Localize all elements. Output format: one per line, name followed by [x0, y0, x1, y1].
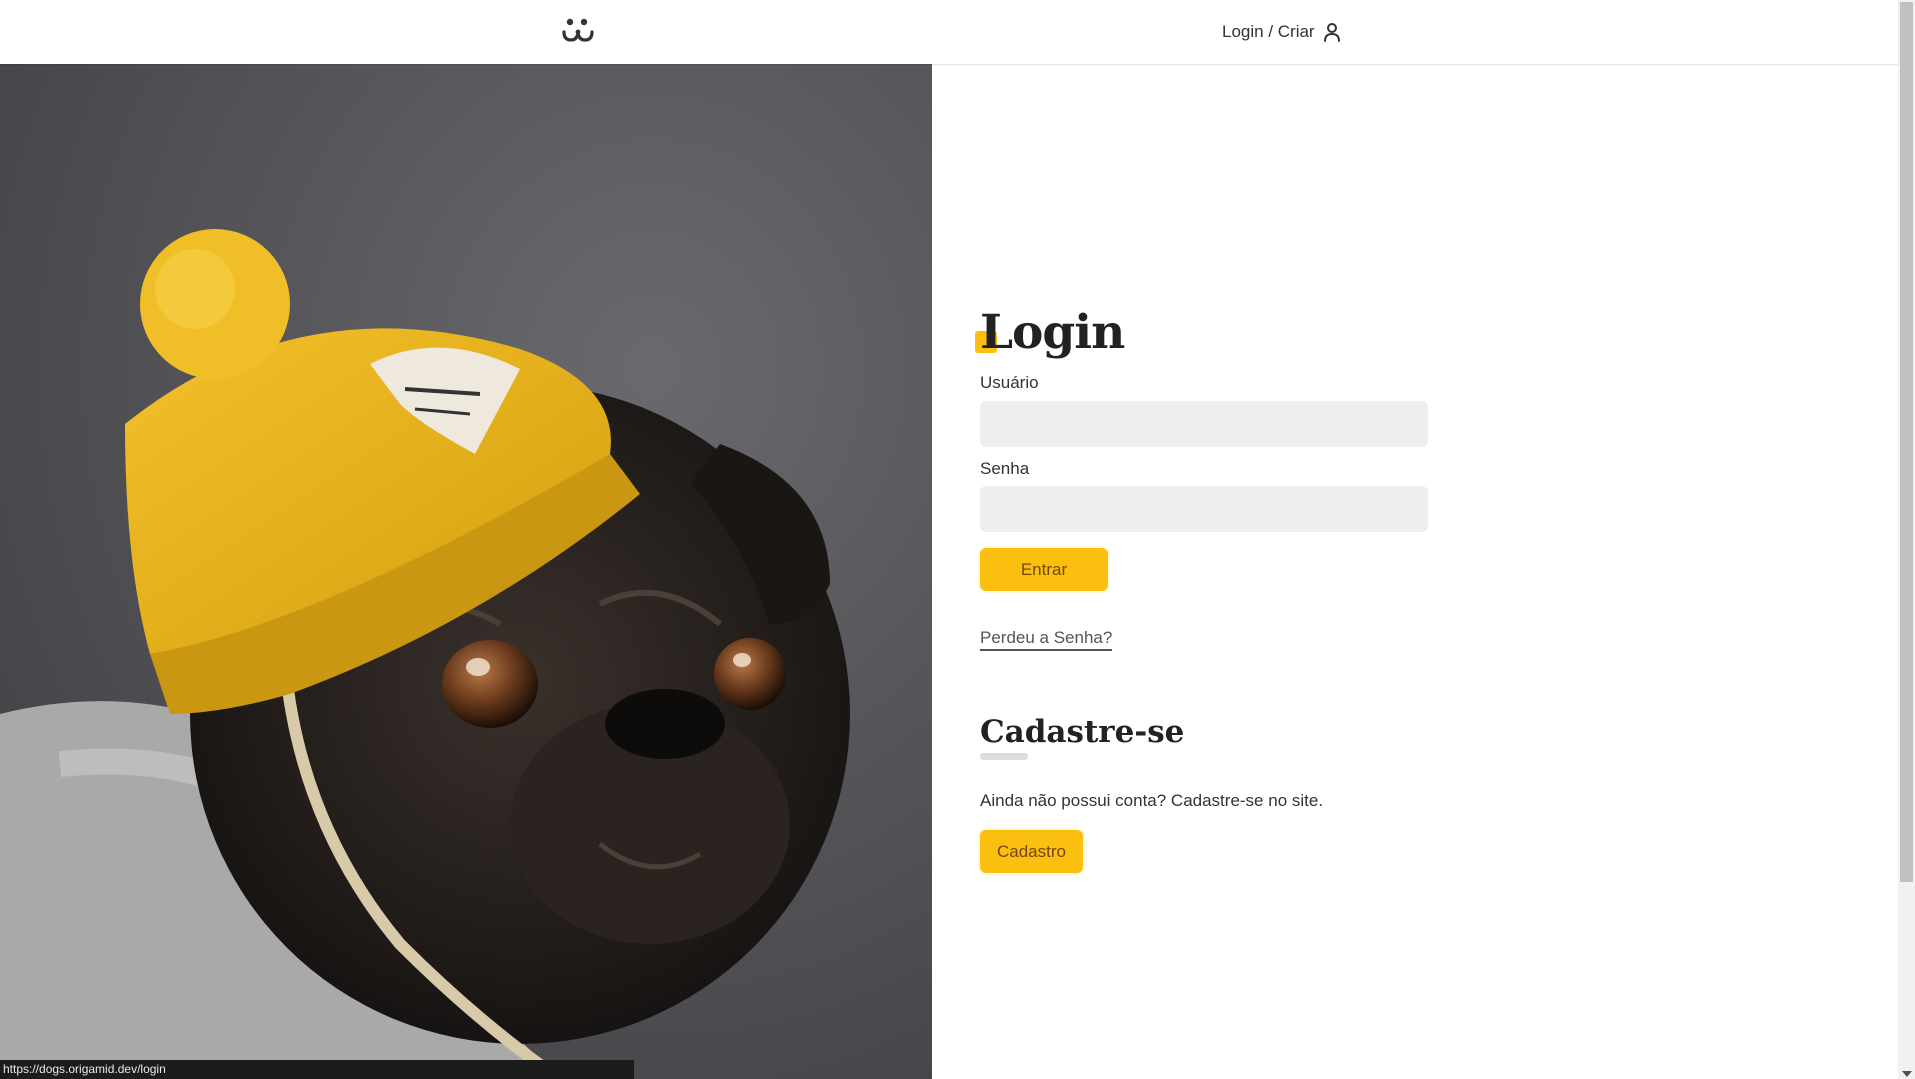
scrollbar-thumb[interactable]	[1900, 2, 1913, 882]
login-submit-button[interactable]: Entrar	[980, 548, 1108, 591]
link-status-bar: https://dogs.origamid.dev/login	[0, 1060, 634, 1079]
user-icon	[1323, 23, 1340, 42]
login-create-link[interactable]: Login / Criar	[1222, 20, 1341, 44]
page-title: Login	[980, 305, 1125, 360]
signup-button[interactable]: Cadastro	[980, 830, 1083, 873]
lost-password-link[interactable]: Perdeu a Senha?	[980, 628, 1113, 651]
login-hero-image	[0, 64, 932, 1079]
scroll-down-arrow-icon[interactable]	[1902, 1071, 1912, 1077]
pug-in-beanie-illustration	[0, 229, 850, 1079]
signup-description: Ainda não possui conta? Cadastre-se no s…	[980, 791, 1324, 810]
username-input[interactable]	[980, 401, 1428, 447]
signup-title-underline	[980, 753, 1028, 760]
password-input[interactable]	[980, 486, 1428, 532]
page-scrollbar[interactable]	[1898, 0, 1915, 1079]
dog-face-icon[interactable]	[562, 16, 594, 46]
site-header: Login / Criar	[0, 0, 1898, 64]
username-label: Usuário	[980, 373, 1039, 392]
password-label: Senha	[980, 459, 1030, 478]
login-form-section: Login Usuário Senha Entrar Perdeu a Senh…	[975, 64, 1480, 1064]
signup-title: Cadastre-se	[980, 714, 1185, 750]
login-create-label: Login / Criar	[1222, 22, 1315, 41]
